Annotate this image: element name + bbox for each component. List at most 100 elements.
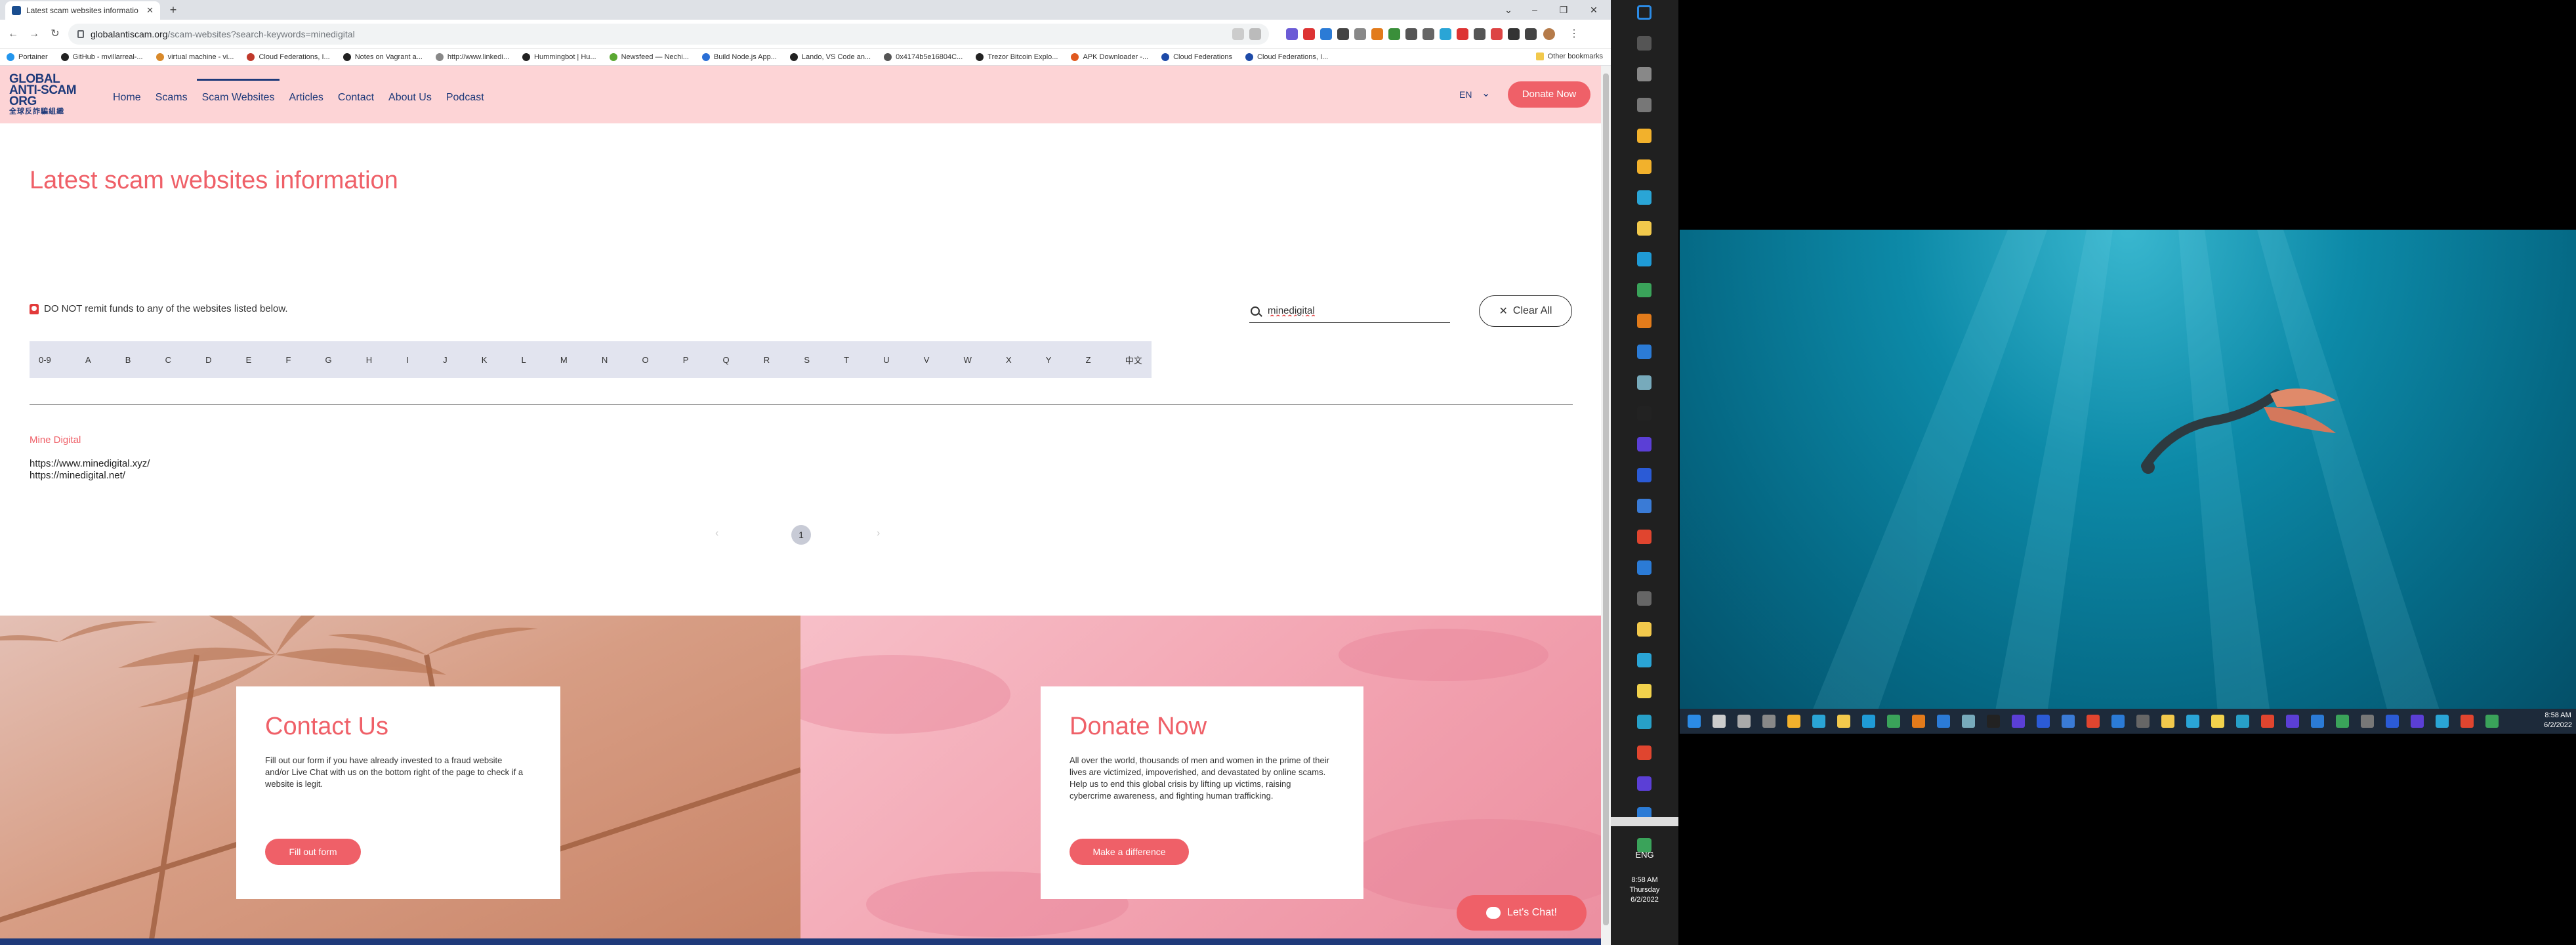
taskbar-app-icon[interactable] bbox=[1762, 715, 1776, 728]
bookmark-item[interactable]: Hummingbot | Hu... bbox=[522, 52, 596, 61]
taskbar-app-icon[interactable] bbox=[1637, 776, 1652, 791]
taskbar-app-icon[interactable] bbox=[1637, 437, 1652, 452]
alphabet-filter-item[interactable]: Y bbox=[1046, 355, 1052, 365]
taskbar-app-icon[interactable] bbox=[2161, 715, 2174, 728]
taskbar-app-icon[interactable] bbox=[2236, 715, 2249, 728]
menu-kebab-icon[interactable]: ⋮ bbox=[1568, 28, 1580, 40]
nav-item-about-us[interactable]: About Us bbox=[388, 89, 432, 106]
taskbar-app-icon[interactable] bbox=[2062, 715, 2075, 728]
alphabet-filter-item[interactable]: C bbox=[165, 355, 171, 365]
desktop-clock[interactable]: 8:58 AM 6/2/2022 bbox=[2544, 711, 2572, 730]
nav-item-scam-websites[interactable]: Scam Websites bbox=[196, 79, 280, 106]
bookmark-star-icon[interactable] bbox=[1249, 28, 1261, 40]
alphabet-filter-item[interactable]: 中文 bbox=[1125, 354, 1142, 366]
taskbar-scroll[interactable] bbox=[1611, 817, 1678, 826]
minimize-button[interactable]: – bbox=[1522, 2, 1547, 18]
site-logo[interactable]: GLOBAL ANTI-SCAM ORG 全球反詐騙組織 bbox=[9, 73, 94, 116]
bookmark-item[interactable]: Cloud Federations bbox=[1161, 52, 1232, 61]
tab-close-icon[interactable]: ✕ bbox=[146, 5, 154, 16]
taskbar-app-icon[interactable] bbox=[2211, 715, 2224, 728]
extension-icon[interactable] bbox=[1303, 28, 1315, 40]
taskbar-app-icon[interactable] bbox=[1737, 715, 1751, 728]
scrollbar-thumb[interactable] bbox=[1603, 74, 1609, 925]
taskbar-app-icon[interactable] bbox=[1637, 67, 1652, 81]
taskbar-app-icon[interactable] bbox=[1637, 98, 1652, 112]
taskbar-app-icon[interactable] bbox=[1887, 715, 1900, 728]
windows-start-icon[interactable] bbox=[1688, 715, 1701, 728]
bookmark-item[interactable]: Cloud Federations, I... bbox=[1245, 52, 1328, 61]
taskbar-app-icon[interactable] bbox=[2111, 715, 2125, 728]
alphabet-filter-item[interactable]: T bbox=[844, 355, 849, 365]
alphabet-filter-item[interactable]: G bbox=[325, 355, 332, 365]
close-window-button[interactable]: ✕ bbox=[1581, 2, 1606, 18]
lock-icon[interactable] bbox=[77, 30, 84, 38]
alphabet-filter-item[interactable]: H bbox=[366, 355, 372, 365]
alphabet-filter-item[interactable]: Z bbox=[1086, 355, 1091, 365]
bookmark-item[interactable]: GitHub - mvillarreal-... bbox=[60, 52, 143, 61]
alphabet-filter-item[interactable]: K bbox=[482, 355, 488, 365]
taskbar-app-icon[interactable] bbox=[1637, 622, 1652, 637]
alphabet-filter-item[interactable]: I bbox=[406, 355, 409, 365]
taskbar-app-icon[interactable] bbox=[1637, 221, 1652, 236]
alphabet-filter-item[interactable]: F bbox=[285, 355, 291, 365]
taskbar-app-icon[interactable] bbox=[2436, 715, 2449, 728]
chevron-down-icon[interactable]: ⌄ bbox=[1482, 87, 1490, 100]
taskbar-app-icon[interactable] bbox=[1637, 129, 1652, 143]
alphabet-filter-item[interactable]: B bbox=[125, 355, 131, 365]
taskbar-app-icon[interactable] bbox=[2136, 715, 2150, 728]
taskbar-app-icon[interactable] bbox=[1987, 715, 2000, 728]
back-icon[interactable]: ← bbox=[5, 26, 21, 42]
taskbar-app-icon[interactable] bbox=[2485, 715, 2499, 728]
taskbar-app-icon[interactable] bbox=[1637, 283, 1652, 297]
taskbar-app-icon[interactable] bbox=[1912, 715, 1925, 728]
bookmark-item[interactable]: Lando, VS Code an... bbox=[789, 52, 871, 61]
taskbar-app-icon[interactable] bbox=[1637, 499, 1652, 513]
alphabet-filter-item[interactable]: M bbox=[560, 355, 568, 365]
taskbar-app-icon[interactable] bbox=[1637, 345, 1652, 359]
alphabet-filter-item[interactable]: J bbox=[443, 355, 447, 365]
extension-icon[interactable] bbox=[1388, 28, 1400, 40]
extension-icon[interactable] bbox=[1337, 28, 1349, 40]
extension-icon[interactable] bbox=[1457, 28, 1468, 40]
taskbar-app-icon[interactable] bbox=[1962, 715, 1975, 728]
taskbar-app-icon[interactable] bbox=[1862, 715, 1875, 728]
taskbar-app-icon[interactable] bbox=[1637, 746, 1652, 760]
extension-icon[interactable] bbox=[1440, 28, 1451, 40]
alphabet-filter-item[interactable]: P bbox=[683, 355, 689, 365]
alphabet-filter-item[interactable]: L bbox=[522, 355, 526, 365]
bookmark-item[interactable]: http://www.linkedi... bbox=[435, 52, 509, 61]
address-bar[interactable]: globalantiscam.org /scam-websites?search… bbox=[68, 24, 1269, 45]
taskbar-app-icon[interactable] bbox=[1637, 468, 1652, 482]
taskbar-app-icon[interactable] bbox=[1637, 530, 1652, 544]
alphabet-filter-item[interactable]: O bbox=[642, 355, 648, 365]
input-language[interactable]: ENG bbox=[1611, 850, 1678, 860]
next-page-icon[interactable]: › bbox=[877, 528, 880, 539]
alphabet-filter-item[interactable]: D bbox=[205, 355, 211, 365]
taskbar-app-icon[interactable] bbox=[1637, 190, 1652, 205]
alphabet-filter-item[interactable]: V bbox=[924, 355, 930, 365]
taskbar-app-icon[interactable] bbox=[1637, 684, 1652, 698]
nav-item-home[interactable]: Home bbox=[113, 89, 141, 106]
taskbar-app-icon[interactable] bbox=[1937, 715, 1950, 728]
taskbar-app-icon[interactable] bbox=[1637, 591, 1652, 606]
alphabet-filter-item[interactable]: R bbox=[764, 355, 770, 365]
taskbar-app-icon[interactable] bbox=[2261, 715, 2274, 728]
taskbar-app-icon[interactable] bbox=[2461, 715, 2474, 728]
taskbar-app-icon[interactable] bbox=[1637, 653, 1652, 667]
side-panel-icon[interactable] bbox=[1525, 28, 1537, 40]
taskbar-app-icon[interactable] bbox=[2311, 715, 2324, 728]
taskbar-app-icon[interactable] bbox=[1637, 715, 1652, 729]
alphabet-filter-item[interactable]: X bbox=[1006, 355, 1012, 365]
taskbar-app-icon[interactable] bbox=[2186, 715, 2199, 728]
reload-icon[interactable]: ↻ bbox=[47, 26, 63, 42]
new-tab-button[interactable]: + bbox=[165, 3, 181, 17]
make-a-difference-button[interactable]: Make a difference bbox=[1070, 839, 1189, 865]
extensions-puzzle-icon[interactable] bbox=[1508, 28, 1520, 40]
search-icon[interactable] bbox=[1637, 36, 1652, 51]
extension-icon[interactable] bbox=[1474, 28, 1485, 40]
windows-start-icon[interactable] bbox=[1637, 5, 1652, 20]
search-input[interactable] bbox=[1268, 305, 1432, 316]
extension-icon[interactable] bbox=[1423, 28, 1434, 40]
extension-icon[interactable] bbox=[1286, 28, 1298, 40]
taskbar-app-icon[interactable] bbox=[2411, 715, 2424, 728]
